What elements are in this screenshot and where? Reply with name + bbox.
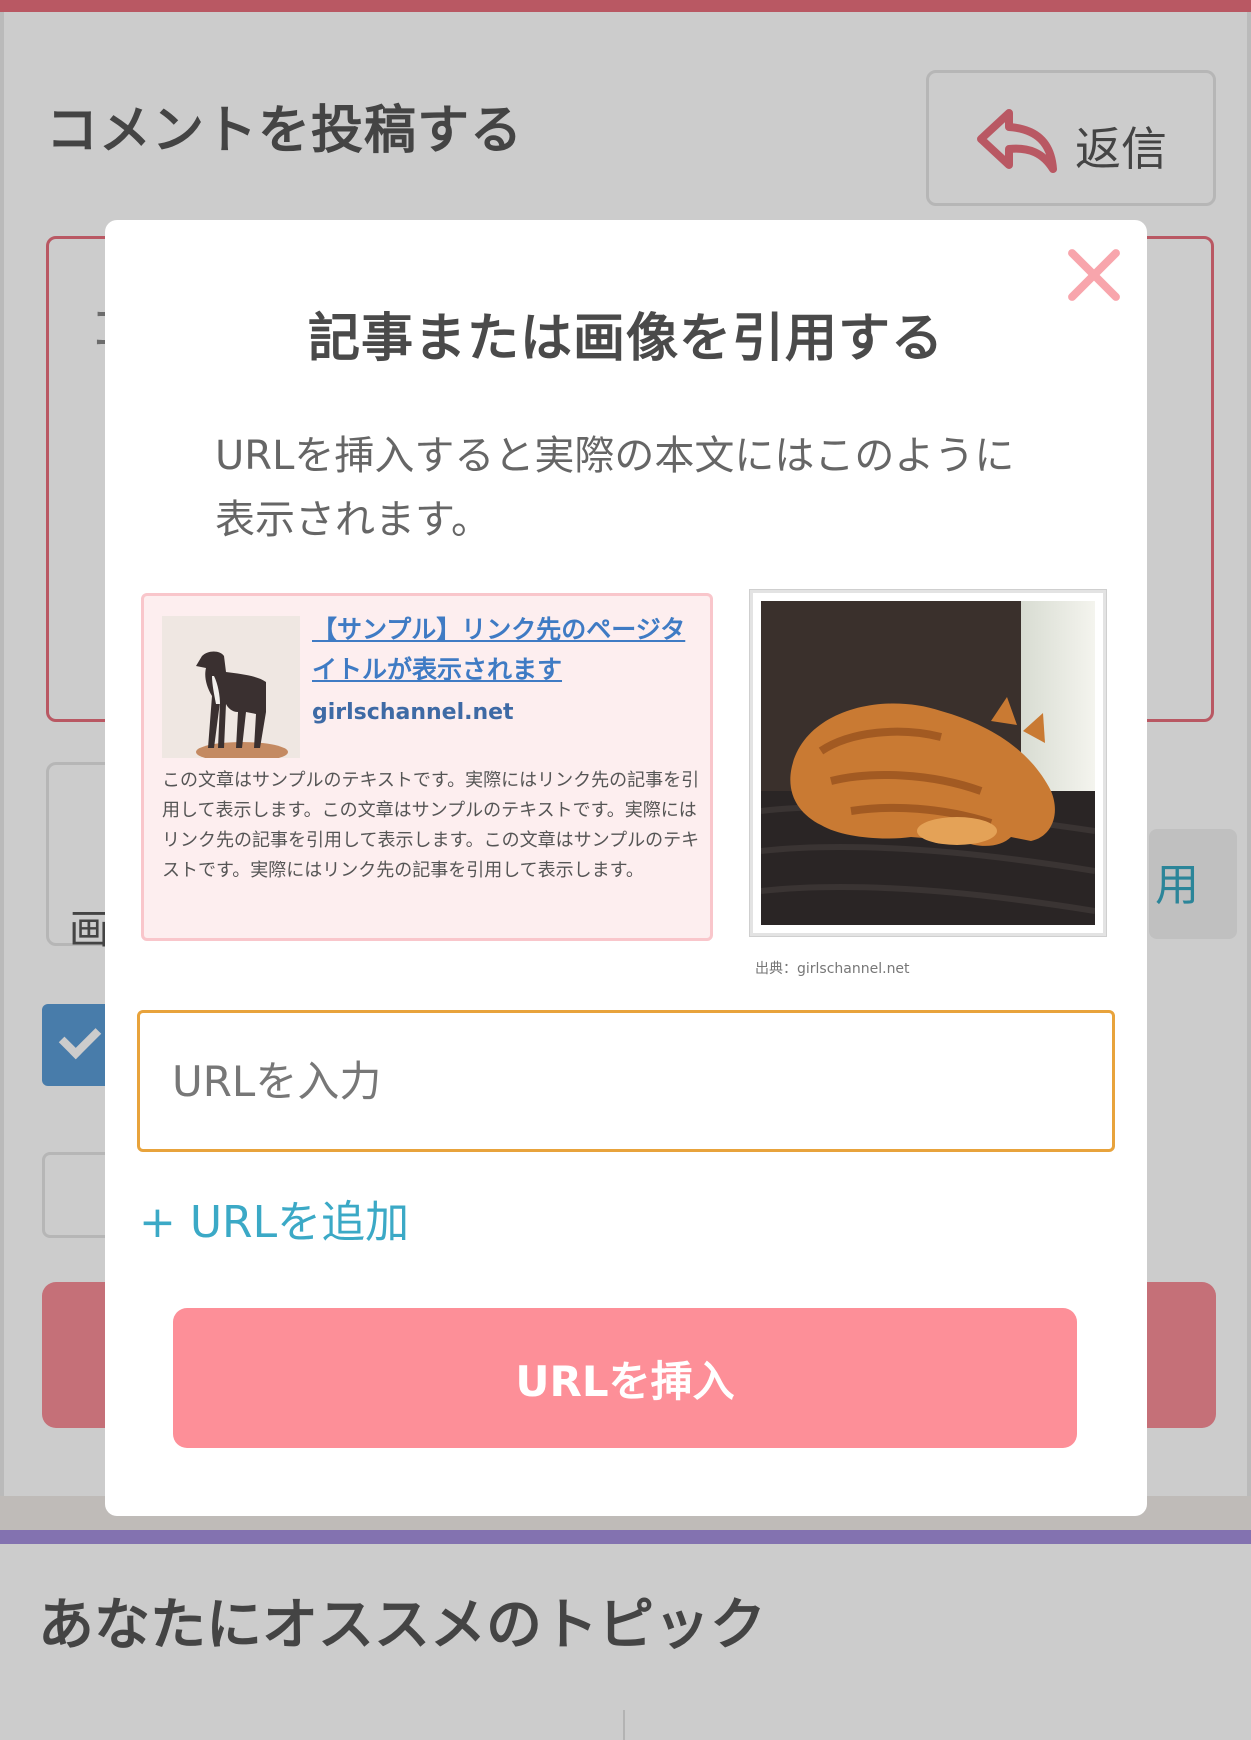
insert-url-button[interactable]: URLを挿入: [173, 1308, 1077, 1448]
quote-modal: 記事または画像を引用する URLを挿入すると実際の本文にはこのように表示されます…: [105, 220, 1147, 1516]
sample-image-caption: 出典：girlschannel.net: [755, 961, 910, 977]
sample-cat-image: [761, 601, 1095, 925]
sample-dog-image: [162, 616, 300, 758]
modal-description: URLを挿入すると実際の本文にはこのように表示されます。: [215, 433, 1015, 543]
modal-title: 記事または画像を引用する: [307, 309, 944, 369]
url-input[interactable]: [137, 1010, 1115, 1152]
sample-image-frame: [750, 590, 1106, 936]
add-url-link[interactable]: + URLを追加: [139, 1186, 409, 1250]
sample-link-title: 【サンプル】リンク先のページタイトルが表示されます: [312, 615, 686, 684]
sample-link-body: この文章はサンプルのテキストです。実際にはリンク先の記事を引用して表示します。こ…: [162, 770, 700, 881]
sample-link-card: 【サンプル】リンク先のページタイトルが表示されます girlschannel.n…: [141, 593, 713, 941]
sample-link-domain: girlschannel.net: [312, 700, 514, 725]
